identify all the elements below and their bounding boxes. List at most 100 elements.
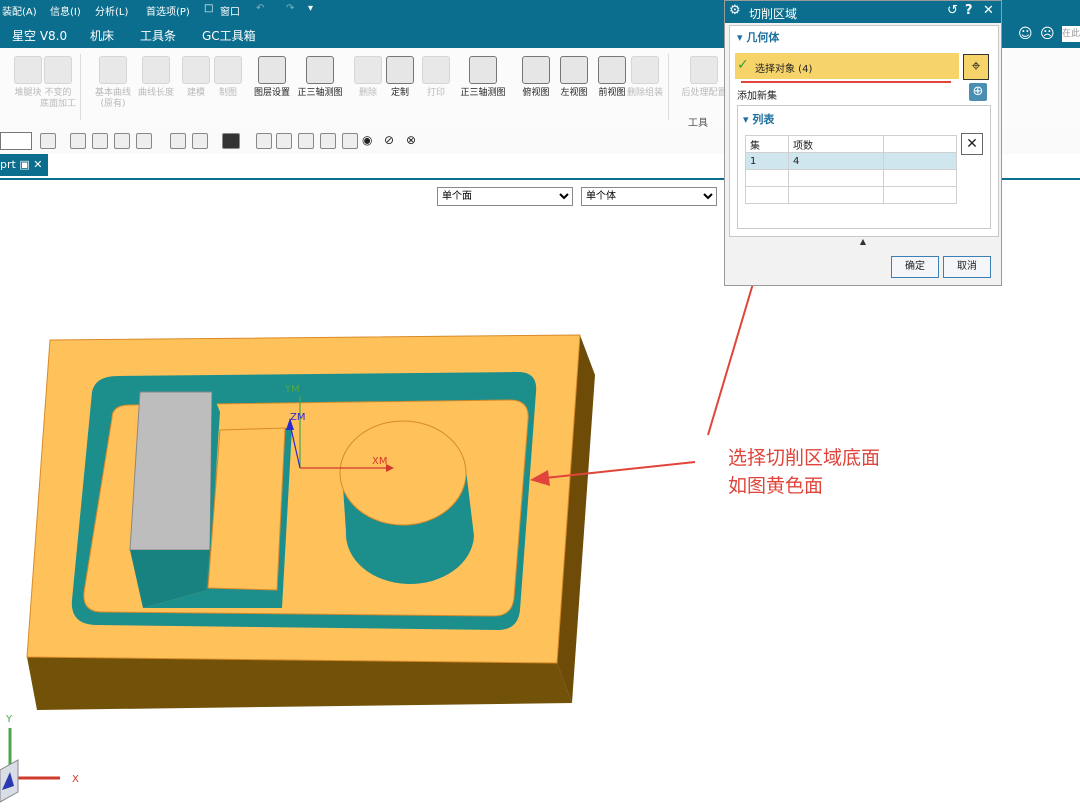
ribbon-button[interactable]: 删除组装 xyxy=(617,56,673,99)
display-style-icon[interactable] xyxy=(222,133,240,149)
table-cell: 1 xyxy=(745,152,789,170)
select-underline-annotation xyxy=(741,81,951,83)
tab-machine[interactable]: 机床 xyxy=(90,27,114,44)
abs-x-label: X xyxy=(72,774,79,785)
table-cell: 4 xyxy=(788,152,884,170)
menu-analysis[interactable]: 分析(L) xyxy=(95,3,128,18)
ribbon-button-icon xyxy=(690,56,718,84)
table-header: 项数 xyxy=(788,135,884,153)
ribbon-button[interactable]: 不变的 底面加工 xyxy=(30,56,86,110)
set-list-table[interactable]: 集 项数 1 4 xyxy=(745,135,957,204)
layers-icon[interactable] xyxy=(342,133,358,149)
table-cell xyxy=(883,152,957,170)
ribbon-divider xyxy=(668,54,669,120)
table-cell xyxy=(745,169,789,187)
hexagon-icon[interactable] xyxy=(92,133,108,149)
ribbon-button[interactable]: 正三轴测图 xyxy=(455,56,511,99)
menu-window[interactable]: 窗口 xyxy=(220,3,240,18)
doc-tab-prt[interactable]: prt ▣ ✕ xyxy=(0,154,48,176)
solid-view-icon[interactable] xyxy=(256,133,272,149)
menu-info[interactable]: 信息(I) xyxy=(50,3,81,18)
gear-icon: ⚙ xyxy=(729,3,741,18)
dialog-titlebar[interactable]: ⚙ 切削区域 ↺ ? ✕ xyxy=(725,1,1001,23)
select-object-label: 选择对象 (4) xyxy=(755,64,813,75)
slot-floor-face[interactable] xyxy=(207,427,286,591)
geometry-section-label: 几何体 xyxy=(746,31,780,44)
smile-icon[interactable]: ☺ xyxy=(1018,26,1033,42)
hidden-line-icon[interactable] xyxy=(276,133,292,149)
ok-button[interactable]: 确定 xyxy=(891,256,939,278)
show-hide-icon[interactable]: ⊗ xyxy=(406,133,416,147)
table-row[interactable] xyxy=(745,169,957,187)
add-new-set-label: 添加新集 xyxy=(737,91,777,102)
ribbon-button-icon xyxy=(258,56,286,84)
hide-icon[interactable]: ⊘ xyxy=(384,133,394,147)
search-input[interactable]: 在此 xyxy=(1062,26,1080,42)
cylinder-top-face[interactable] xyxy=(339,420,467,526)
annotation-line-1: 选择切削区域底面 xyxy=(728,447,881,469)
ribbon-group-label: 工具 xyxy=(688,118,708,129)
selection-filter-dropdown[interactable] xyxy=(0,132,32,150)
list-section-label: 列表 xyxy=(752,113,775,126)
box-select-icon[interactable] xyxy=(136,133,152,149)
close-icon[interactable]: ✕ xyxy=(983,3,994,18)
block-front-face xyxy=(27,657,572,710)
geometry-section-header[interactable]: ▾ 几何体 xyxy=(737,29,779,45)
tab-xingkong[interactable]: 星空 V8.0 xyxy=(12,27,67,44)
abs-y-label: Y xyxy=(5,714,13,725)
cube-select-icon[interactable] xyxy=(114,133,130,149)
menu-assembly[interactable]: 装配(A) xyxy=(2,3,37,18)
doc-tab-label: prt xyxy=(0,158,16,171)
table-row[interactable] xyxy=(745,186,957,204)
ribbon-button-icon xyxy=(142,56,170,84)
dialog-title: 切削区域 xyxy=(749,7,798,21)
fit-icon[interactable] xyxy=(298,133,314,149)
cut-area-dialog: ⚙ 切削区域 ↺ ? ✕ ▾ 几何体 ✓ 选择对象 (4) ⌖ 添加新集 ⊕ ▾… xyxy=(724,0,1002,286)
crosshair-select-icon[interactable]: ⌖ xyxy=(963,54,989,80)
snap-icon[interactable] xyxy=(70,133,86,149)
shaded-cube-icon[interactable] xyxy=(170,133,186,149)
cancel-button[interactable]: 取消 xyxy=(943,256,991,278)
table-cell xyxy=(788,169,884,187)
wire-cube-icon[interactable] xyxy=(192,133,208,149)
pin-icon[interactable]: ▣ xyxy=(19,158,33,171)
menu-preferences[interactable]: 首选项(P) xyxy=(146,3,190,18)
xm-label: XM xyxy=(372,456,387,467)
remove-set-icon[interactable]: ✕ xyxy=(961,133,983,155)
list-section-header[interactable]: ▾ 列表 xyxy=(743,111,774,127)
ribbon-button-icon xyxy=(306,56,334,84)
table-header: 集 xyxy=(745,135,789,153)
add-set-button[interactable]: ⊕ xyxy=(969,83,987,101)
reset-icon[interactable]: ↺ xyxy=(947,3,958,18)
ribbon-button-icon xyxy=(469,56,497,84)
ribbon-button-icon xyxy=(44,56,72,84)
ribbon-button-icon xyxy=(631,56,659,84)
window-icon: □ xyxy=(204,3,214,14)
tab-gc-toolbox[interactable]: GC工具箱 xyxy=(202,27,256,44)
table-cell xyxy=(788,186,884,204)
table-header xyxy=(883,135,957,153)
ribbon-divider xyxy=(80,54,81,120)
check-icon: ✓ xyxy=(737,57,749,73)
tab-toolbar[interactable]: 工具条 xyxy=(140,27,176,44)
section-icon[interactable] xyxy=(320,133,336,149)
boss-block-top[interactable] xyxy=(129,391,213,551)
close-icon[interactable]: ✕ xyxy=(33,158,42,171)
ribbon-button-label: 不变的 底面加工 xyxy=(39,88,76,109)
select-object-row[interactable]: ✓ 选择对象 (4) xyxy=(735,53,959,79)
filter-icon[interactable] xyxy=(40,133,56,149)
annotation-text: 选择切削区域底面 如图黄色面 xyxy=(728,444,880,500)
ribbon-button-label: 正三轴测图 xyxy=(460,88,506,98)
undo-icon[interactable]: ↶ xyxy=(256,3,264,14)
redo-icon[interactable]: ↷ xyxy=(286,3,294,14)
table-row[interactable]: 1 4 xyxy=(745,152,957,170)
table-cell xyxy=(883,186,957,204)
table-cell xyxy=(745,186,789,204)
zm-label: ZM xyxy=(290,412,305,423)
quick-access-dropdown-icon[interactable]: ▾ xyxy=(308,3,313,14)
ym-label: YM xyxy=(284,384,300,395)
show-icon[interactable]: ◉ xyxy=(362,133,372,147)
frown-icon[interactable]: ☹ xyxy=(1040,26,1055,42)
collapse-icon[interactable]: ▲ xyxy=(729,237,997,247)
help-icon[interactable]: ? xyxy=(965,3,973,18)
